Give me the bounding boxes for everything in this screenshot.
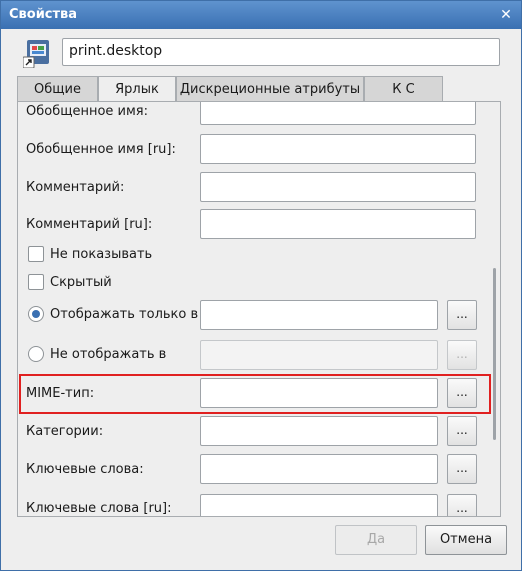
ok-button: Да: [335, 525, 417, 555]
keywords-ru-browse-button[interactable]: ...: [447, 494, 477, 516]
only-show-in-field[interactable]: [200, 300, 438, 330]
categories-label: Категории:: [26, 424, 104, 439]
close-icon[interactable]: ✕: [497, 6, 515, 24]
only-show-in-browse-button[interactable]: ...: [447, 300, 477, 330]
not-show-in-field: [200, 340, 438, 370]
tab-shortcut[interactable]: Ярлык: [98, 76, 176, 103]
keywords-ru-field[interactable]: [200, 494, 438, 516]
tab-general[interactable]: Общие: [17, 76, 98, 102]
hidden-label[interactable]: Скрытый: [50, 275, 112, 290]
panel-scrollbar[interactable]: [493, 268, 496, 440]
comment-label: Комментарий:: [26, 180, 125, 195]
categories-field[interactable]: [200, 416, 438, 446]
hide-checkbox[interactable]: [28, 246, 44, 262]
window-title: Свойства: [9, 7, 78, 22]
generic-name-field[interactable]: [200, 102, 476, 125]
hidden-checkbox[interactable]: [28, 274, 44, 290]
categories-browse-button[interactable]: ...: [447, 416, 477, 446]
generic-name-label: Обобщенное имя:: [26, 104, 149, 119]
shortcut-panel: Обобщенное имя: Обобщенное имя [ru]: Ком…: [17, 101, 501, 517]
mime-highlight-box: [19, 374, 491, 414]
keywords-ru-label: Ключевые слова [ru]:: [26, 501, 172, 516]
only-show-in-label[interactable]: Отображать только в: [50, 307, 198, 322]
file-name-input[interactable]: print.desktop: [62, 38, 500, 66]
not-show-in-label[interactable]: Не отображать в: [50, 347, 166, 362]
properties-dialog: Свойства ✕ print.desktop Общие Ярлык Дис…: [0, 0, 522, 571]
desktop-shortcut-icon[interactable]: [22, 38, 53, 69]
keywords-field[interactable]: [200, 454, 438, 484]
generic-name-ru-label: Обобщенное имя [ru]:: [26, 142, 176, 157]
title-bar[interactable]: Свойства ✕: [1, 1, 521, 29]
keywords-browse-button[interactable]: ...: [447, 454, 477, 484]
cancel-button[interactable]: Отмена: [425, 525, 507, 555]
generic-name-ru-field[interactable]: [200, 134, 476, 164]
hide-label[interactable]: Не показывать: [50, 247, 152, 262]
comment-field[interactable]: [200, 172, 476, 202]
tab-discretionary-attributes[interactable]: Дискреционные атрибуты: [176, 76, 364, 102]
not-show-in-browse-button: ...: [447, 340, 477, 370]
tab-kc[interactable]: К С: [364, 76, 443, 102]
comment-ru-field[interactable]: [200, 209, 476, 239]
not-show-in-radio[interactable]: [28, 346, 44, 362]
comment-ru-label: Комментарий [ru]:: [26, 217, 153, 232]
keywords-label: Ключевые слова:: [26, 462, 144, 477]
only-show-in-radio[interactable]: [28, 306, 44, 322]
